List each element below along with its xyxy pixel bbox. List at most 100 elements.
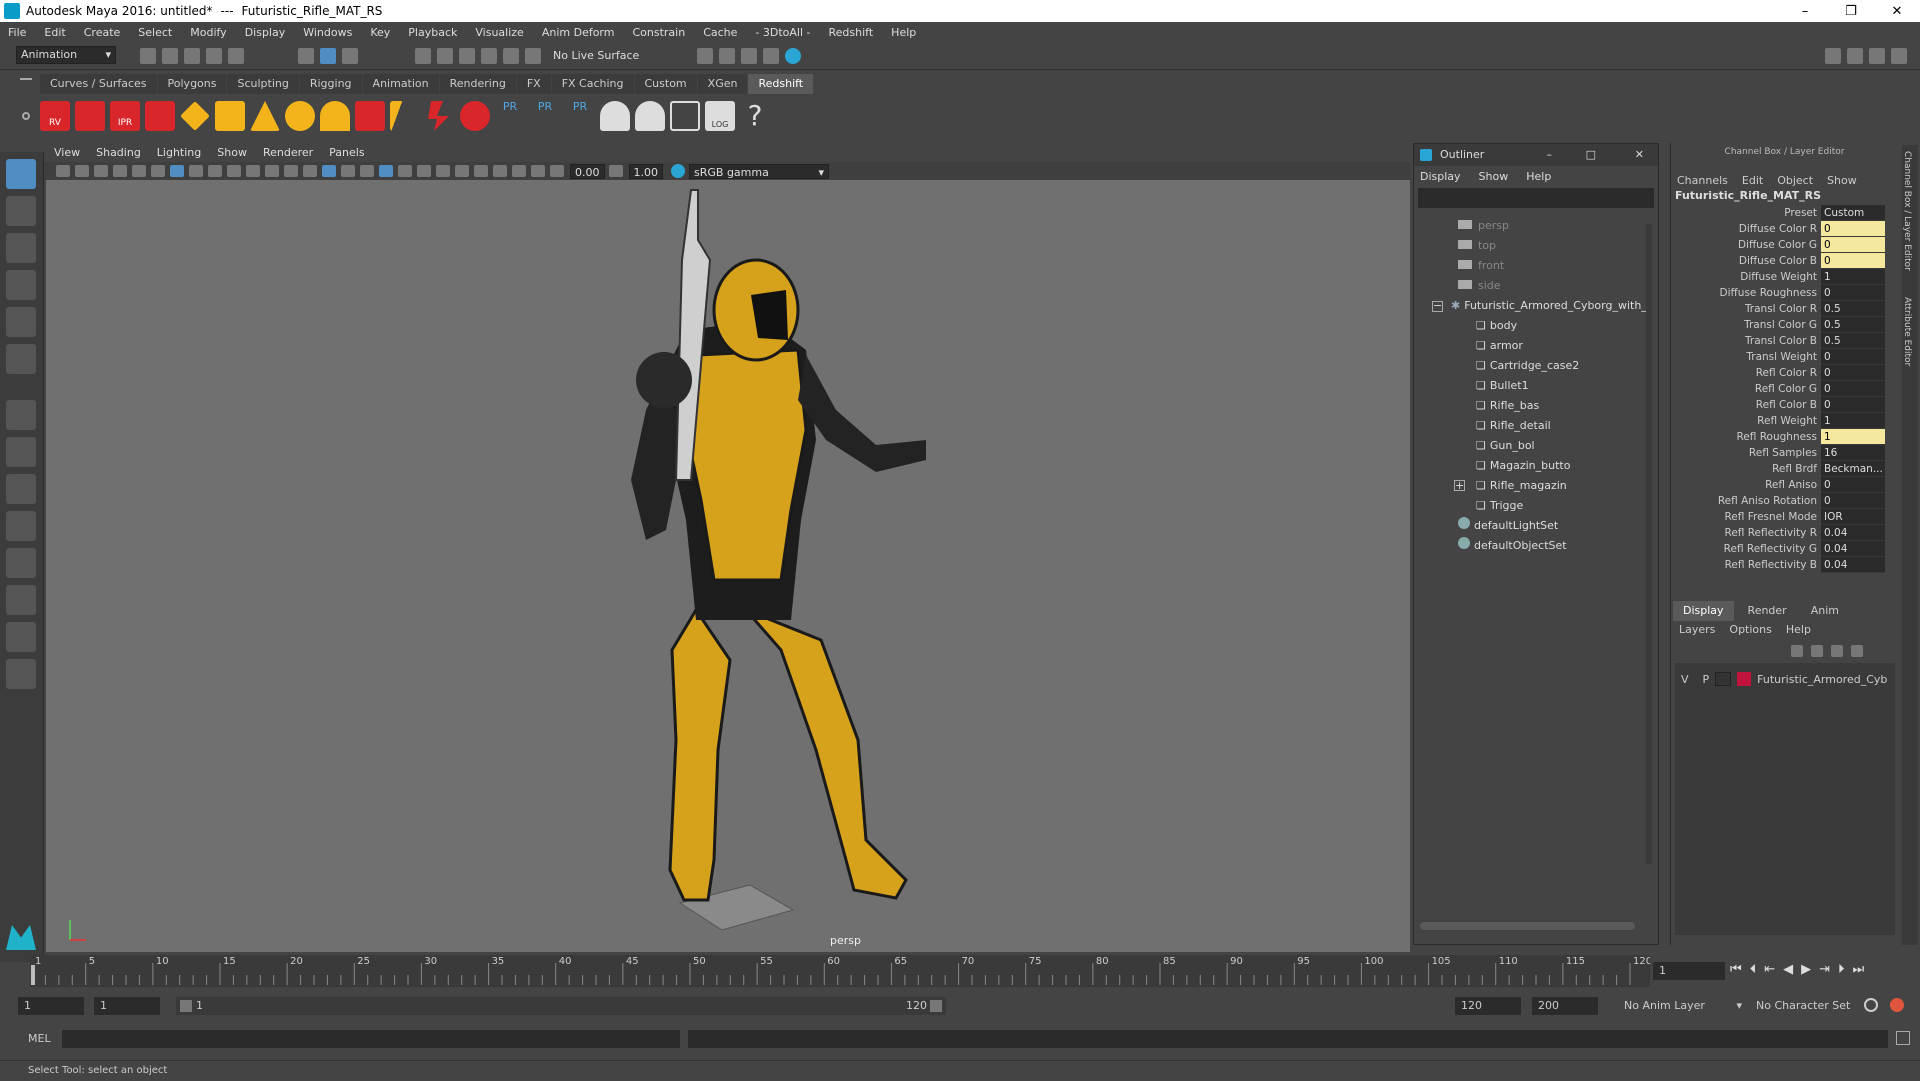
redshift-pr-b-icon[interactable]: PR	[530, 101, 560, 131]
attr-row-refl-aniso[interactable]: Refl Aniso 0	[1671, 477, 1898, 493]
tab-fx-caching[interactable]: FX Caching	[551, 74, 634, 94]
layer-color-swatch[interactable]	[1737, 672, 1752, 686]
attr-value[interactable]: IOR	[1821, 509, 1885, 525]
resolution-gate-icon[interactable]	[208, 165, 222, 177]
select-object-icon[interactable]	[320, 48, 336, 64]
outliner-item-persp[interactable]: persp	[1414, 216, 1658, 236]
attr-value[interactable]: 0	[1821, 397, 1885, 413]
menu-3dtoall[interactable]: - 3DtoAll -	[755, 26, 810, 39]
redshift-portal-light-icon[interactable]	[428, 101, 449, 131]
step-forward-frame-icon[interactable]: ⇥	[1819, 962, 1830, 977]
cyborg-character[interactable]	[631, 189, 926, 902]
grease-pencil-icon[interactable]	[151, 165, 165, 177]
attr-value[interactable]: 0	[1821, 349, 1885, 365]
persp-graph-layout-icon[interactable]	[6, 511, 36, 541]
tab-render[interactable]: Render	[1734, 601, 1801, 621]
wireframe-icon[interactable]	[303, 165, 317, 177]
side-tab-channel-box[interactable]: Channel Box / Layer Editor	[1902, 151, 1912, 271]
attr-value[interactable]: Beckman...	[1821, 461, 1885, 477]
menu-constrain[interactable]: Constrain	[632, 26, 685, 39]
channel-box-icon[interactable]	[1891, 48, 1907, 64]
outliner-item-armor[interactable]: ❏ armor	[1414, 336, 1658, 356]
xray-joints-icon[interactable]	[531, 165, 545, 177]
outliner-item-magazin-butto[interactable]: ❏ Magazin_butto	[1414, 456, 1658, 476]
layer-type-toggle[interactable]	[1715, 672, 1732, 686]
attr-row-refl-reflectivity-g[interactable]: Refl Reflectivity G 0.04	[1671, 541, 1898, 557]
scale-tool-icon[interactable]	[6, 344, 36, 374]
perspective-viewport[interactable]	[46, 180, 1410, 952]
go-to-start-icon[interactable]: ⏮	[1730, 962, 1742, 977]
attr-value[interactable]: 1	[1821, 413, 1885, 429]
character-set-dropdown[interactable]: No Character Set	[1756, 997, 1866, 1015]
attr-value[interactable]: 0.5	[1821, 301, 1885, 317]
vp-menu-view[interactable]: View	[54, 146, 80, 159]
end-time-field[interactable]: 200	[1532, 997, 1598, 1015]
move-layer-down-icon[interactable]	[1811, 645, 1823, 657]
attr-row-refl-weight[interactable]: Refl Weight 1	[1671, 413, 1898, 429]
modeling-toolkit-icon[interactable]	[1825, 48, 1841, 64]
outliner-item-default-object-set[interactable]: defaultObjectSet	[1414, 536, 1658, 556]
attr-row-refl-roughness[interactable]: Refl Roughness 1	[1671, 429, 1898, 445]
redo-icon[interactable]	[228, 48, 244, 64]
persp-graph-outliner-layout-icon[interactable]	[6, 622, 36, 652]
layer-row[interactable]: V P Futuristic_Armored_Cybo	[1675, 669, 1895, 689]
four-view-layout-icon[interactable]	[6, 437, 36, 467]
outliner-hscrollbar[interactable]	[1420, 922, 1635, 930]
attr-value[interactable]: 0	[1821, 285, 1885, 301]
shadows-icon[interactable]	[398, 165, 412, 177]
cb-node-name[interactable]: Futuristic_Rifle_MAT_RS	[1671, 189, 1898, 205]
snap-grid-icon[interactable]	[415, 48, 431, 64]
select-camera-icon[interactable]	[56, 165, 70, 177]
select-component-icon[interactable]	[342, 48, 358, 64]
redshift-bake-options-icon[interactable]	[635, 101, 665, 131]
attr-value[interactable]: 1	[1821, 269, 1885, 285]
undo-icon[interactable]	[206, 48, 222, 64]
two-d-pan-icon[interactable]	[132, 165, 146, 177]
color-space-dropdown[interactable]: sRGB gamma ▾	[689, 163, 829, 179]
play-forward-icon[interactable]: ▶	[1801, 962, 1811, 977]
safe-title-icon[interactable]	[284, 165, 298, 177]
redshift-material-icon[interactable]	[460, 101, 490, 131]
go-to-end-icon[interactable]: ⏭	[1853, 962, 1865, 977]
script-lang-label[interactable]: MEL	[28, 1032, 51, 1045]
hypershade-icon[interactable]	[785, 48, 801, 64]
redshift-rect-light-icon[interactable]	[215, 101, 245, 131]
render-view-icon[interactable]	[763, 48, 779, 64]
outliner-item-body[interactable]: ❏ body	[1414, 316, 1658, 336]
maximize-icon[interactable]: □	[1586, 144, 1596, 166]
cb-menu-show[interactable]: Show	[1827, 174, 1857, 187]
film-gate-icon[interactable]	[189, 165, 203, 177]
outliner-item-default-light-set[interactable]: defaultLightSet	[1414, 516, 1658, 536]
menu-modify[interactable]: Modify	[190, 26, 226, 39]
lasso-tool-icon[interactable]	[6, 196, 36, 226]
vp-menu-show[interactable]: Show	[217, 146, 247, 159]
outliner-item-rifle-bas[interactable]: ❏ Rifle_bas	[1414, 396, 1658, 416]
save-scene-icon[interactable]	[184, 48, 200, 64]
attr-row-diffuse-weight[interactable]: Diffuse Weight 1	[1671, 269, 1898, 285]
grid-icon[interactable]	[170, 165, 184, 177]
attr-value[interactable]: 0.5	[1821, 333, 1885, 349]
layer-playback-toggle[interactable]: P	[1703, 673, 1710, 686]
menu-windows[interactable]: Windows	[303, 26, 352, 39]
close-icon[interactable]: ✕	[1874, 4, 1920, 19]
current-time-marker[interactable]	[31, 965, 35, 985]
redshift-script-icon[interactable]	[670, 101, 700, 131]
side-tab-attribute-editor[interactable]: Attribute Editor	[1902, 297, 1912, 366]
snap-surface-icon[interactable]	[503, 48, 519, 64]
attr-value[interactable]: 0	[1821, 381, 1885, 397]
persp-hypergraph-layout-icon[interactable]	[6, 585, 36, 615]
outliner-menu-help[interactable]: Help	[1526, 170, 1551, 183]
tab-xgen[interactable]: XGen	[697, 74, 748, 94]
gate-mask-icon[interactable]	[227, 165, 241, 177]
motion-blur-icon[interactable]	[436, 165, 450, 177]
close-icon[interactable]: ✕	[1635, 144, 1644, 166]
tab-rigging[interactable]: Rigging	[299, 74, 362, 94]
playback-end-field[interactable]: 120	[1455, 997, 1521, 1015]
attr-value[interactable]: Custom	[1821, 205, 1885, 221]
select-tool-icon[interactable]	[6, 159, 36, 189]
redshift-log-icon[interactable]: LOG	[705, 101, 735, 131]
menu-key[interactable]: Key	[370, 26, 390, 39]
layer-menu-help[interactable]: Help	[1786, 623, 1811, 636]
rotate-tool-icon[interactable]	[6, 307, 36, 337]
outliner-item-cartridge[interactable]: ❏ Cartridge_case2	[1414, 356, 1658, 376]
